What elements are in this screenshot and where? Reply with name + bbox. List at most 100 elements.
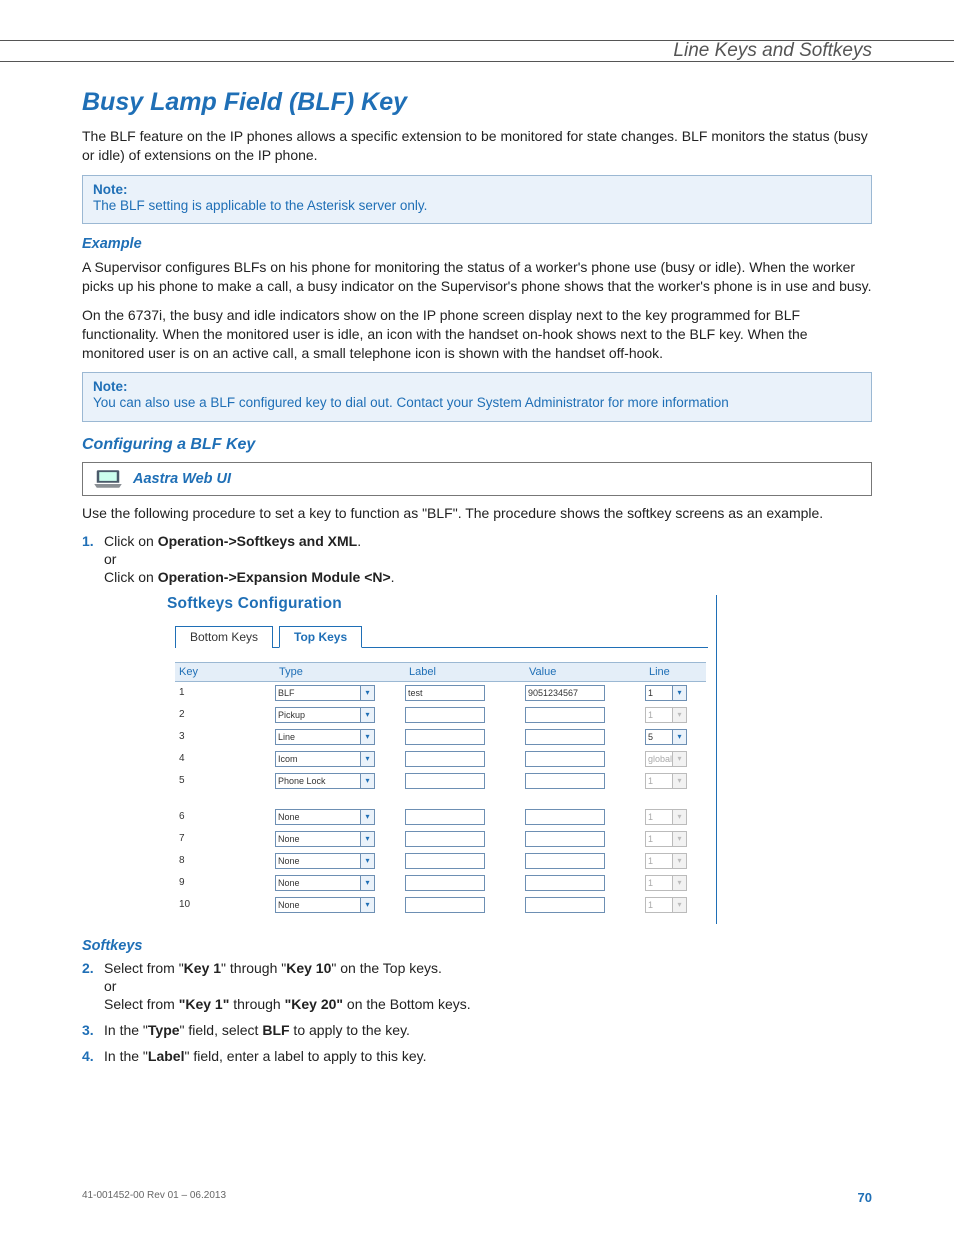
chevron-down-icon: ▾ [360,686,374,700]
tabs-row: Bottom Keys Top Keys [175,625,708,648]
value-input[interactable] [525,853,605,869]
chevron-down-icon: ▾ [672,708,686,722]
example-heading: Example [82,236,872,252]
table-row: 2Pickup▾ 1▾ [175,704,706,726]
step-or: or [104,978,872,994]
col-label: Label [405,663,525,681]
type-select[interactable]: Pickup▾ [275,707,375,723]
value-input[interactable] [525,773,605,789]
table-row: 3Line▾ 5▾ [175,726,706,748]
chevron-down-icon: ▾ [360,810,374,824]
label-input[interactable] [405,729,485,745]
key-number: 10 [175,899,275,910]
line-select: 1▾ [645,831,687,847]
type-select[interactable]: None▾ [275,875,375,891]
table-row: 5Phone Lock▾ 1▾ [175,770,706,792]
value-input[interactable] [525,685,605,701]
key-number: 6 [175,811,275,822]
type-select[interactable]: BLF▾ [275,685,375,701]
table-row: 10None▾1▾ [175,894,706,916]
table-row: 8None▾ 1▾ [175,850,706,872]
key-number: 3 [175,731,275,742]
line-select: global▾ [645,751,687,767]
chevron-down-icon: ▾ [360,876,374,890]
table-row: 6None▾1▾ [175,806,706,828]
value-input[interactable] [525,707,605,723]
chevron-down-icon: ▾ [672,774,686,788]
type-select[interactable]: None▾ [275,853,375,869]
label-input[interactable] [405,875,485,891]
softkeys-heading: Softkeys [82,938,872,954]
table-header: Key Type Label Value Line [175,662,706,682]
col-line: Line [645,663,705,681]
procedure-intro: Use the following procedure to set a key… [82,504,872,523]
chevron-down-icon: ▾ [360,708,374,722]
type-select[interactable]: Icom▾ [275,751,375,767]
value-input[interactable] [525,875,605,891]
chevron-down-icon: ▾ [672,810,686,824]
step-2: 2. Select from "Key 1" through "Key 10" … [82,960,872,1012]
page-title: Busy Lamp Field (BLF) Key [82,88,872,117]
configuring-heading: Configuring a BLF Key [82,436,872,454]
step-bold: Operation->Softkeys and XML [158,533,358,549]
step-number: 2. [82,960,94,976]
table-row: 7None▾ 1▾ [175,828,706,850]
label-input[interactable] [405,809,485,825]
type-select[interactable]: None▾ [275,809,375,825]
table-row: 1BLF▾ 1▾ [175,682,706,704]
line-select: 1▾ [645,853,687,869]
label-input[interactable] [405,685,485,701]
tab-bottom-keys[interactable]: Bottom Keys [175,626,273,648]
value-input[interactable] [525,897,605,913]
note-box-1: Note: The BLF setting is applicable to t… [82,175,872,224]
tab-top-keys[interactable]: Top Keys [279,626,362,648]
config-table: Key Type Label Value Line 1BLF▾1▾2Pickup… [175,662,706,916]
value-input[interactable] [525,831,605,847]
table-row: 4Icom▾global▾ [175,748,706,770]
chevron-down-icon: ▾ [672,898,686,912]
note-box-2: Note: You can also use a BLF configured … [82,372,872,421]
config-title: Softkeys Configuration [167,595,716,613]
line-select[interactable]: 5▾ [645,729,687,745]
type-select[interactable]: Line▾ [275,729,375,745]
page-number: 70 [858,1190,872,1205]
col-value: Value [525,663,645,681]
note-label: Note: [93,379,861,394]
label-input[interactable] [405,751,485,767]
label-input[interactable] [405,897,485,913]
chevron-down-icon: ▾ [672,854,686,868]
type-select[interactable]: None▾ [275,831,375,847]
chevron-down-icon: ▾ [360,730,374,744]
step-number: 1. [82,533,94,549]
chevron-down-icon: ▾ [360,752,374,766]
intro-paragraph: The BLF feature on the IP phones allows … [82,127,872,165]
key-number: 1 [175,687,275,698]
chevron-down-icon: ▾ [672,832,686,846]
label-input[interactable] [405,831,485,847]
type-select[interactable]: Phone Lock▾ [275,773,375,789]
step-3: 3. In the "Type" field, select BLF to ap… [82,1022,872,1038]
label-input[interactable] [405,707,485,723]
softkeys-config-screenshot: Softkeys Configuration Bottom Keys Top K… [157,595,717,924]
label-input[interactable] [405,853,485,869]
chevron-down-icon: ▾ [672,876,686,890]
key-number: 8 [175,855,275,866]
value-input[interactable] [525,729,605,745]
line-select[interactable]: 1▾ [645,685,687,701]
key-number: 2 [175,709,275,720]
chevron-down-icon: ▾ [672,730,686,744]
type-select[interactable]: None▾ [275,897,375,913]
value-input[interactable] [525,809,605,825]
chevron-down-icon: ▾ [360,854,374,868]
line-select: 1▾ [645,773,687,789]
line-select: 1▾ [645,707,687,723]
step-text: Click on [104,569,158,585]
key-number: 5 [175,775,275,786]
key-number: 9 [175,877,275,888]
label-input[interactable] [405,773,485,789]
step-or: or [104,551,872,567]
webui-bar: Aastra Web UI [82,462,872,496]
value-input[interactable] [525,751,605,767]
key-number: 7 [175,833,275,844]
example-paragraph-2: On the 6737i, the busy and idle indicato… [82,306,872,363]
